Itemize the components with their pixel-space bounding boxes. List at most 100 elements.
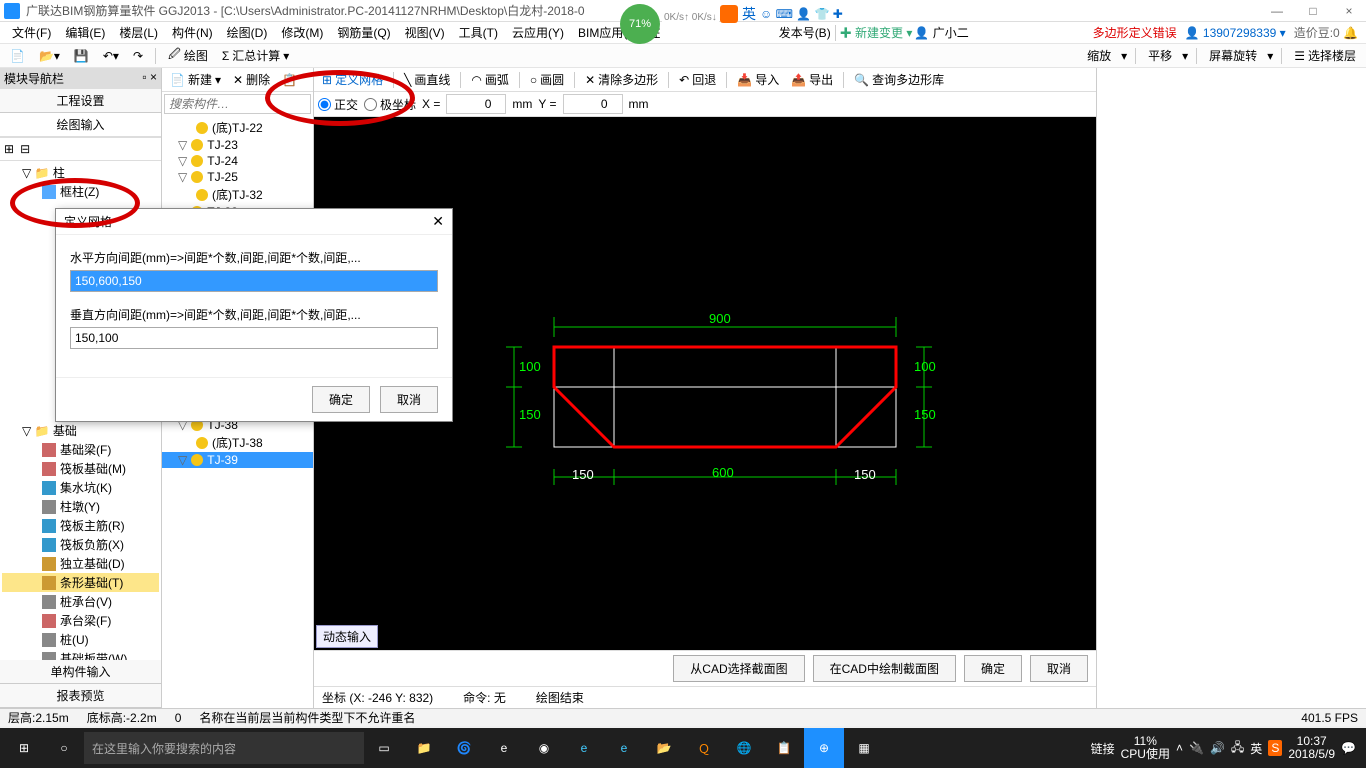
in-cad-button[interactable]: 在CAD中绘制截面图 (813, 655, 956, 682)
import-button[interactable]: 📥 导入 (733, 70, 783, 89)
tb-app-1[interactable]: 📁 (404, 728, 444, 768)
account-label[interactable]: 👤 13907298339 ▾ (1185, 26, 1286, 40)
tb-app-4[interactable]: ◉ (524, 728, 564, 768)
menu-file[interactable]: 文件(F) (6, 22, 57, 43)
menu-edit[interactable]: 编辑(E) (59, 22, 111, 43)
menu-modify[interactable]: 修改(M) (275, 22, 329, 43)
menu-tools[interactable]: 工具(T) (453, 22, 504, 43)
new-change-button[interactable]: ✚ 新建变更 ▾ (840, 24, 913, 41)
tb-app-8[interactable]: Ｑ (684, 728, 724, 768)
save-button[interactable]: 💾 (70, 48, 93, 64)
menu-floor[interactable]: 楼层(L) (113, 22, 164, 43)
component-item[interactable]: (底)TJ-22 (162, 118, 313, 137)
component-item[interactable]: ▽ TJ-23 (162, 137, 313, 153)
user-button[interactable]: 👤 广小二 (914, 24, 968, 41)
tree-item[interactable]: 筏板主筋(R) (2, 516, 159, 535)
x-input[interactable] (446, 94, 506, 114)
tab-single-input[interactable]: 单构件输入 (0, 660, 161, 684)
draw-line-button[interactable]: ╲ 画直线 (400, 70, 454, 89)
back-button[interactable]: ↶ 回退 (675, 70, 720, 89)
tb-app-3[interactable]: e (484, 728, 524, 768)
h-spacing-input[interactable]: 150,600,150 (70, 270, 438, 292)
define-grid-button[interactable]: ⊞ 定义网格 (318, 70, 387, 89)
rotate-button[interactable]: 屏幕旋转 (1205, 46, 1261, 65)
draw-circle-button[interactable]: ○ 画圆 (526, 70, 568, 89)
dynamic-input-button[interactable]: 动态输入 (316, 625, 378, 648)
tree-collapse-icon[interactable]: ⊟ (20, 142, 30, 156)
tree-frame-column[interactable]: 框柱(Z) (2, 182, 159, 201)
dialog-ok-button[interactable]: 确定 (312, 386, 370, 413)
cpu-widget[interactable]: 11%CPU使用 (1121, 735, 1170, 761)
menu-rebar[interactable]: 钢筋量(Q) (331, 22, 396, 43)
task-view-icon[interactable]: ▭ (364, 728, 404, 768)
tab-report-preview[interactable]: 报表预览 (0, 684, 161, 708)
undo-button[interactable]: ↶▾ (99, 48, 123, 64)
delete-component-button[interactable]: ✕ 删除 (229, 70, 274, 89)
component-item[interactable]: ▽ TJ-25 (162, 169, 313, 185)
tree-item[interactable]: 筏板负筋(X) (2, 535, 159, 554)
draw-button[interactable]: 🖉 绘图 (164, 44, 212, 67)
close-button[interactable]: × (1336, 4, 1362, 18)
tree-item[interactable]: 基础板带(W) (2, 649, 159, 660)
open-button[interactable]: 📂▾ (35, 48, 64, 64)
tray-up-icon[interactable]: ˄ (1176, 741, 1183, 755)
component-item[interactable]: (底)TJ-38 (162, 433, 313, 452)
select-floor-button[interactable]: ☰ 选择楼层 (1290, 46, 1360, 65)
tree-item[interactable]: 条形基础(T) (2, 573, 159, 592)
draw-arc-button[interactable]: ◠ 画弧 (467, 70, 513, 89)
search-input[interactable] (164, 94, 311, 114)
tree-item[interactable]: 集水坑(K) (2, 478, 159, 497)
tree-item[interactable]: 基础梁(F) (2, 440, 159, 459)
menu-cloud[interactable]: 云应用(Y) (506, 22, 570, 43)
ortho-radio[interactable]: 正交 (318, 96, 358, 113)
tree-foundation[interactable]: ▽ 📁 基础 (2, 421, 159, 440)
tab-project-settings[interactable]: 工程设置 (0, 89, 161, 113)
new-file-button[interactable]: 📄 (6, 48, 29, 64)
menu-view[interactable]: 视图(V) (399, 22, 451, 43)
new-component-button[interactable]: 📄 新建 ▾ (166, 70, 225, 89)
start-button[interactable]: ⊞ (4, 728, 44, 768)
canvas-cancel-button[interactable]: 取消 (1030, 655, 1088, 682)
zoom-button[interactable]: 缩放 (1083, 46, 1115, 65)
dialog-close-button[interactable]: ✕ (432, 213, 444, 230)
tb-app-10[interactable]: 📋 (764, 728, 804, 768)
canvas-ok-button[interactable]: 确定 (964, 655, 1022, 682)
tray-net-icon[interactable]: 🖧 (1231, 738, 1244, 759)
tray-sogou-icon[interactable]: S (1268, 740, 1282, 756)
tb-app-6[interactable]: e (604, 728, 644, 768)
component-item[interactable]: ▽ TJ-39 (162, 452, 313, 468)
copy-button[interactable]: 📋 (278, 70, 301, 89)
tree-item[interactable]: 桩承台(V) (2, 592, 159, 611)
dialog-cancel-button[interactable]: 取消 (380, 386, 438, 413)
menu-component[interactable]: 构件(N) (166, 22, 219, 43)
tree-expand-icon[interactable]: ⊞ (4, 142, 14, 156)
v-spacing-input[interactable] (70, 327, 438, 349)
tree-item[interactable]: 桩(U) (2, 630, 159, 649)
tb-app-12[interactable]: ▦ (844, 728, 884, 768)
tree-item[interactable]: 筏板基础(M) (2, 459, 159, 478)
tb-clock[interactable]: 10:372018/5/9 (1288, 735, 1335, 761)
tab-draw-input[interactable]: 绘图输入 (0, 113, 161, 138)
tray-power-icon[interactable]: 🔌 (1189, 741, 1204, 755)
taskbar-search[interactable]: 在这里输入你要搜索的内容 (84, 732, 364, 764)
tree-column[interactable]: ▽ 📁 柱 (2, 163, 159, 182)
sum-calc-button[interactable]: Σ 汇总计算 ▾ (218, 46, 293, 65)
tb-link[interactable]: 链接 (1091, 740, 1115, 757)
tray-vol-icon[interactable]: 🔊 (1210, 741, 1225, 755)
minimize-button[interactable]: — (1264, 4, 1290, 18)
tb-app-5[interactable]: e (564, 728, 604, 768)
clear-polygon-button[interactable]: ✕ 清除多边形 (581, 70, 662, 89)
query-polygon-button[interactable]: 🔍 查询多边形库 (850, 70, 948, 89)
tb-app-11[interactable]: ⊕ (804, 728, 844, 768)
polar-radio[interactable]: 极坐标 (364, 96, 416, 113)
menu-draw[interactable]: 绘图(D) (221, 22, 274, 43)
tree-item[interactable]: 柱墩(Y) (2, 497, 159, 516)
tray-ime-icon[interactable]: 英 (1250, 740, 1262, 757)
export-button[interactable]: 📤 导出 (787, 70, 837, 89)
tb-app-2[interactable]: 🌀 (444, 728, 484, 768)
from-cad-button[interactable]: 从CAD选择截面图 (673, 655, 804, 682)
tree-item[interactable]: 承台梁(F) (2, 611, 159, 630)
y-input[interactable] (563, 94, 623, 114)
redo-button[interactable]: ↷ (129, 48, 147, 64)
tb-app-9[interactable]: 🌐 (724, 728, 764, 768)
